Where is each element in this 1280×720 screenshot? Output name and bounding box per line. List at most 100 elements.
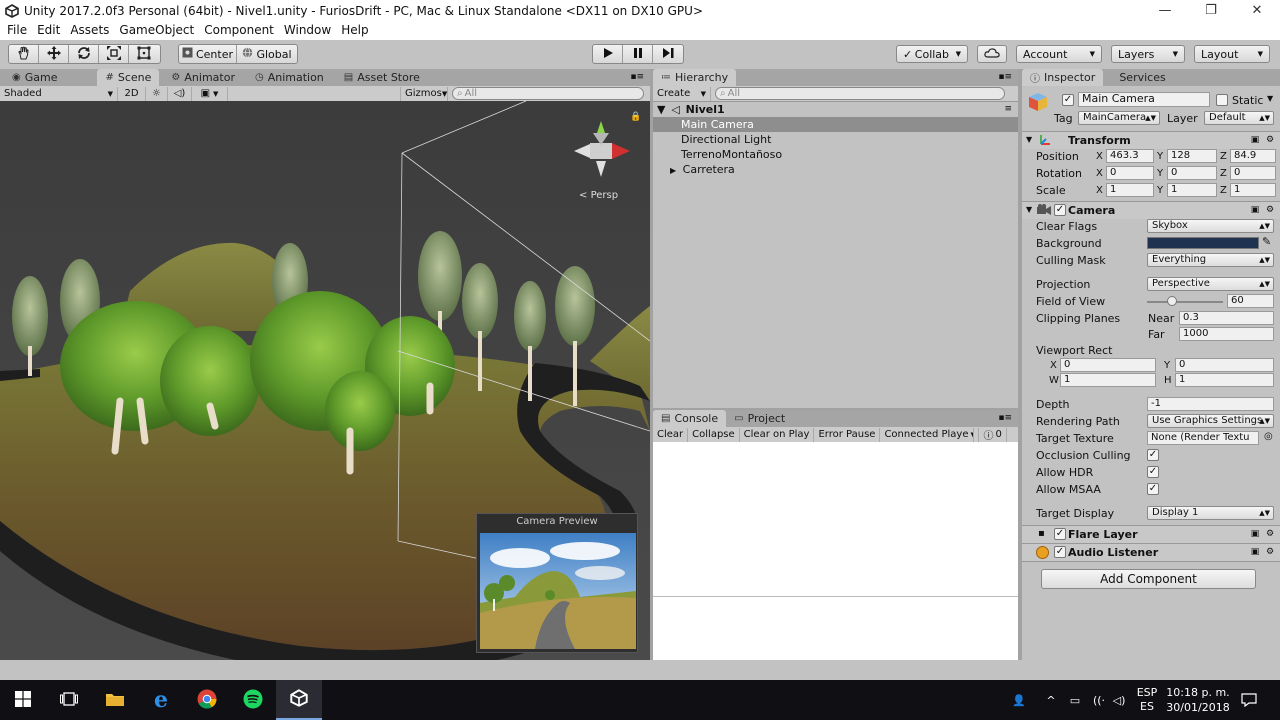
collab-dropdown[interactable]: ✓ Collab ▼ bbox=[896, 45, 968, 63]
allow-hdr-checkbox[interactable]: ✓ bbox=[1147, 466, 1159, 478]
account-dropdown[interactable]: Account ▼ bbox=[1016, 45, 1102, 63]
scale-z-input[interactable]: 1 bbox=[1230, 183, 1276, 197]
flare-layer-checkbox[interactable]: ✓ bbox=[1054, 528, 1066, 540]
unity-taskbar-button[interactable] bbox=[276, 680, 322, 720]
tab-inspector[interactable]: ⓘ Inspector bbox=[1022, 69, 1104, 86]
add-component-button[interactable]: Add Component bbox=[1041, 569, 1256, 589]
object-name-input[interactable]: Main Camera bbox=[1078, 92, 1210, 107]
target-texture-field[interactable]: None (Render Textu bbox=[1147, 431, 1259, 445]
gear-icon[interactable]: ⚙ bbox=[1264, 529, 1276, 540]
panel-menu-icon[interactable]: ▪≡ bbox=[998, 413, 1012, 423]
panel-menu-icon[interactable]: ▪≡ bbox=[998, 72, 1012, 82]
gizmos-dropdown[interactable]: Gizmos ▼ bbox=[400, 86, 448, 101]
active-checkbox[interactable]: ✓ bbox=[1062, 94, 1074, 106]
layer-dropdown[interactable]: Default ▲▼ bbox=[1204, 111, 1274, 125]
audio-listener-header[interactable]: ✓ Audio Listener ▣ ⚙ bbox=[1022, 543, 1280, 561]
tab-hierarchy[interactable]: ≔ Hierarchy bbox=[653, 69, 737, 86]
projection-dropdown[interactable]: Perspective ▲▼ bbox=[1147, 277, 1274, 291]
chevron-up-icon[interactable]: ^ bbox=[1042, 680, 1060, 720]
menu-assets[interactable]: Assets bbox=[65, 21, 114, 40]
chrome-button[interactable] bbox=[184, 680, 230, 720]
pause-button[interactable] bbox=[623, 45, 653, 63]
help-book-icon[interactable]: ▣ bbox=[1249, 135, 1261, 146]
fov-slider-thumb[interactable] bbox=[1167, 296, 1178, 306]
console-log[interactable] bbox=[653, 442, 1018, 660]
console-error-pause-button[interactable]: Error Pause bbox=[814, 427, 881, 442]
console-clear-button[interactable]: Clear bbox=[653, 427, 689, 442]
space-global-button[interactable]: Global bbox=[237, 45, 297, 63]
task-view-button[interactable] bbox=[46, 680, 92, 720]
play-button[interactable] bbox=[593, 45, 624, 63]
layout-dropdown[interactable]: Layout ▼ bbox=[1194, 45, 1270, 63]
tab-project[interactable]: ▭ Project bbox=[726, 410, 793, 427]
position-x-input[interactable]: 463.3 bbox=[1106, 149, 1154, 163]
depth-input[interactable]: -1 bbox=[1147, 397, 1274, 411]
file-explorer-button[interactable] bbox=[92, 680, 138, 720]
scale-y-input[interactable]: 1 bbox=[1167, 183, 1217, 197]
fov-slider-track[interactable] bbox=[1147, 301, 1223, 303]
menu-file[interactable]: File bbox=[2, 21, 32, 40]
persp-label[interactable]: < Persp bbox=[579, 190, 618, 201]
lighting-toggle[interactable]: ☼ bbox=[146, 86, 168, 101]
rotation-y-input[interactable]: 0 bbox=[1167, 166, 1217, 180]
connected-player-dropdown[interactable]: Connected Playe ▼ bbox=[880, 427, 975, 442]
clock[interactable]: 10:18 p. m. 30/01/2018 bbox=[1162, 680, 1234, 720]
layers-dropdown[interactable]: Layers ▼ bbox=[1111, 45, 1185, 63]
scene-viewport[interactable]: 🔒 < Persp Camera Preview bbox=[0, 101, 650, 660]
list-item[interactable]: Main Camera bbox=[653, 117, 1018, 132]
tab-animation[interactable]: ◷ Animation bbox=[247, 69, 332, 86]
start-button[interactable] bbox=[0, 680, 46, 720]
audio-toggle[interactable]: ◁) bbox=[168, 86, 192, 101]
menu-component[interactable]: Component bbox=[199, 21, 279, 40]
step-button[interactable] bbox=[653, 45, 683, 63]
minimize-button[interactable]: — bbox=[1142, 0, 1188, 21]
static-dropdown-caret[interactable]: ▼ bbox=[1267, 94, 1273, 103]
tab-game[interactable]: ◉ Game bbox=[4, 69, 65, 86]
pivot-center-button[interactable]: Center bbox=[179, 45, 237, 63]
menu-gameobject[interactable]: GameObject bbox=[114, 21, 199, 40]
scene-search-input[interactable]: ⌕ All bbox=[452, 87, 644, 100]
static-checkbox[interactable] bbox=[1216, 94, 1228, 106]
rotation-z-input[interactable]: 0 bbox=[1230, 166, 1276, 180]
effects-dropdown[interactable]: ▣ ▼ bbox=[192, 86, 228, 101]
near-input[interactable]: 0.3 bbox=[1179, 311, 1274, 325]
scale-tool-button[interactable] bbox=[99, 45, 129, 63]
help-book-icon[interactable]: ▣ bbox=[1249, 205, 1261, 216]
viewport-y-input[interactable]: 0 bbox=[1175, 358, 1274, 372]
clear-flags-dropdown[interactable]: Skybox ▲▼ bbox=[1147, 219, 1274, 233]
edge-browser-button[interactable]: e bbox=[138, 680, 184, 720]
rotate-tool-button[interactable] bbox=[69, 45, 99, 63]
list-item[interactable]: Directional Light bbox=[653, 132, 1018, 147]
scale-x-input[interactable]: 1 bbox=[1106, 183, 1154, 197]
culling-mask-dropdown[interactable]: Everything ▲▼ bbox=[1147, 253, 1274, 267]
camera-enabled-checkbox[interactable]: ✓ bbox=[1054, 204, 1066, 216]
viewport-x-input[interactable]: 0 bbox=[1060, 358, 1156, 372]
hierarchy-search-input[interactable]: ⌕ All bbox=[715, 87, 1005, 100]
scene-root-row[interactable]: ▼ ◁ Nivel1 ≡ bbox=[653, 102, 1018, 117]
close-button[interactable]: ✕ bbox=[1234, 0, 1280, 21]
hand-tool-button[interactable] bbox=[9, 45, 39, 63]
tab-asset-store[interactable]: ▤ Asset Store bbox=[336, 69, 428, 86]
spotify-button[interactable] bbox=[230, 680, 276, 720]
battery-icon[interactable]: ▭ bbox=[1064, 680, 1086, 720]
help-book-icon[interactable]: ▣ bbox=[1249, 547, 1261, 558]
audio-listener-checkbox[interactable]: ✓ bbox=[1054, 546, 1066, 558]
menu-help[interactable]: Help bbox=[336, 21, 373, 40]
tab-services[interactable]: Services bbox=[1111, 69, 1173, 86]
console-clear-on-play-button[interactable]: Clear on Play bbox=[740, 427, 815, 442]
viewport-w-input[interactable]: 1 bbox=[1060, 373, 1156, 387]
move-tool-button[interactable] bbox=[39, 45, 69, 63]
allow-msaa-checkbox[interactable]: ✓ bbox=[1147, 483, 1159, 495]
notifications-icon[interactable] bbox=[1236, 680, 1262, 720]
menu-edit[interactable]: Edit bbox=[32, 21, 65, 40]
rect-tool-button[interactable] bbox=[129, 45, 159, 63]
people-icon[interactable]: 👤 bbox=[1008, 680, 1030, 720]
scene-menu-icon[interactable]: ≡ bbox=[1004, 102, 1012, 117]
list-item[interactable]: ▶ Carretera bbox=[653, 162, 1018, 177]
flare-layer-header[interactable]: ▪ ✓ Flare Layer ▣ ⚙ bbox=[1022, 525, 1280, 543]
tag-dropdown[interactable]: MainCamera ▲▼ bbox=[1078, 111, 1160, 125]
camera-header[interactable]: ▼ ✓ Camera ▣ ⚙ bbox=[1022, 201, 1280, 219]
fov-input[interactable]: 60 bbox=[1227, 294, 1274, 308]
occlusion-culling-checkbox[interactable]: ✓ bbox=[1147, 449, 1159, 461]
rendering-path-dropdown[interactable]: Use Graphics Settings ▲▼ bbox=[1147, 414, 1274, 428]
